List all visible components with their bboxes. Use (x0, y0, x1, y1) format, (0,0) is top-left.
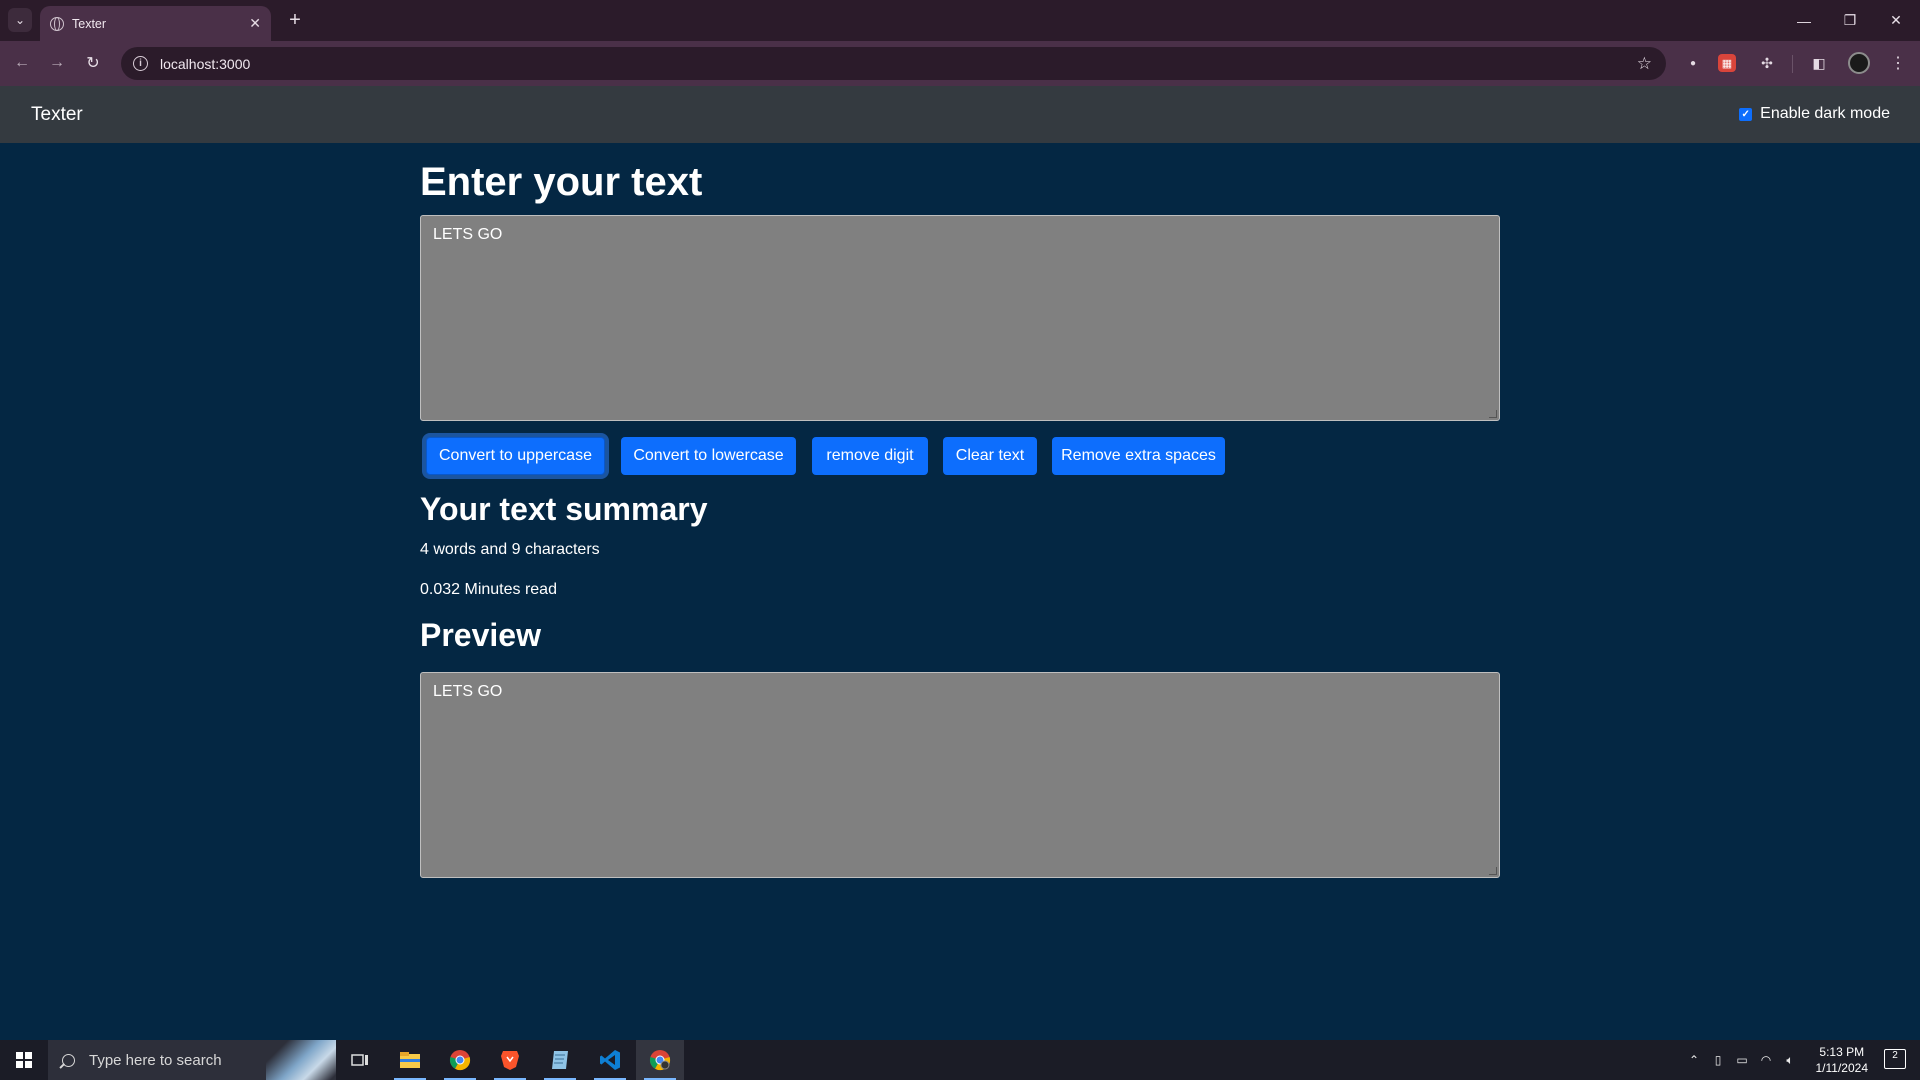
navbar-brand[interactable]: Texter (31, 104, 83, 126)
forward-button[interactable]: → (44, 50, 70, 76)
restore-button[interactable]: ❐ (1828, 0, 1872, 41)
dark-mode-toggle[interactable]: ✓ Enable dark mode (1739, 105, 1890, 123)
minimize-button[interactable]: — (1782, 0, 1826, 41)
url-text: localhost:3000 (160, 55, 251, 72)
read-time: 0.032 Minutes read (420, 581, 557, 598)
back-button[interactable]: ← (9, 50, 35, 76)
browser-tab[interactable]: Texter ✕ (40, 6, 271, 41)
vscode-icon[interactable] (586, 1040, 634, 1080)
extension-dot-icon[interactable]: ● (1682, 52, 1704, 74)
globe-icon (50, 16, 64, 31)
summary-counts: 4 words and 9 characters (420, 541, 600, 558)
tab-close-icon[interactable]: ✕ (249, 15, 261, 32)
resize-handle-icon[interactable] (1489, 410, 1497, 418)
page-title: Enter your text (420, 160, 703, 204)
wifi-icon[interactable]: ◠ (1756, 1040, 1776, 1080)
show-hidden-icons-chevron-icon[interactable]: ⌃ (1684, 1040, 1704, 1080)
preview-box[interactable]: LETS GO (420, 672, 1500, 878)
clear-text-button[interactable]: Clear text (943, 437, 1037, 475)
resize-handle-icon[interactable] (1489, 867, 1497, 875)
preview-heading: Preview (420, 617, 541, 653)
toolbar-divider (1792, 55, 1793, 73)
kebab-menu-icon[interactable]: ⋮ (1887, 52, 1909, 74)
volume-icon[interactable]: 🔈︎ (1780, 1040, 1800, 1080)
remove-spaces-button[interactable]: Remove extra spaces (1052, 437, 1225, 475)
search-icon (62, 1053, 75, 1067)
browser-toolbar: ← → ↻ i localhost:3000 ☆ ● ▦ ✣ ◧ ⋮ (0, 41, 1920, 86)
dark-mode-checkbox[interactable]: ✓ (1739, 107, 1753, 121)
window-close-button[interactable]: ✕ (1874, 0, 1918, 41)
task-view-icon[interactable] (336, 1040, 384, 1080)
bookmark-star-icon[interactable]: ☆ (1637, 54, 1652, 74)
notification-center-icon[interactable]: 2 (1884, 1049, 1906, 1069)
puzzle-extension-icon[interactable]: ✣ (1756, 52, 1778, 74)
tab-title: Texter (72, 16, 107, 31)
taskbar-search[interactable]: Type here to search (48, 1040, 336, 1080)
clock-date: 1/11/2024 (1815, 1061, 1869, 1075)
reload-button[interactable]: ↻ (80, 50, 106, 76)
windows-logo-icon (16, 1052, 32, 1068)
dark-mode-label: Enable dark mode (1760, 105, 1890, 122)
file-explorer-icon[interactable] (386, 1040, 434, 1080)
taskbar-clock[interactable]: 5:13 PM 1/11/2024 (1816, 1044, 1869, 1076)
device-icon[interactable]: ▯ (1708, 1040, 1728, 1080)
text-input-value: LETS GO (433, 226, 503, 243)
notification-count: 2 (1892, 1050, 1898, 1061)
chrome-icon[interactable] (436, 1040, 484, 1080)
search-placeholder: Type here to search (89, 1051, 222, 1069)
uppercase-button[interactable]: Convert to uppercase (426, 437, 605, 475)
site-info-icon[interactable]: i (133, 56, 148, 71)
remove-digit-button[interactable]: remove digit (812, 437, 928, 475)
search-highlight-image (266, 1040, 336, 1080)
notepad-icon[interactable] (536, 1040, 584, 1080)
taskbar: Type here to search ⌃ ▯ ▭ ◠ 🔈︎ 5:13 PM 1… (0, 1040, 1920, 1080)
sidebar-icon[interactable]: ◧ (1808, 52, 1830, 74)
browser-tab-strip: ⌄ Texter ✕ + — ❐ ✕ (0, 0, 1920, 41)
clock-time: 5:13 PM (1819, 1045, 1865, 1059)
text-input[interactable]: LETS GO (420, 215, 1500, 421)
preview-text: LETS GO (433, 683, 503, 700)
summary-heading: Your text summary (420, 491, 708, 527)
new-tab-button[interactable]: + (283, 8, 307, 32)
address-bar[interactable]: i localhost:3000 ☆ (121, 47, 1666, 80)
battery-icon[interactable]: ▭ (1732, 1040, 1752, 1080)
chrome-active-icon[interactable] (636, 1040, 684, 1080)
tab-search-button[interactable]: ⌄ (8, 8, 32, 32)
brave-icon[interactable] (486, 1040, 534, 1080)
profile-avatar-icon[interactable] (1848, 52, 1870, 74)
red-extension-icon[interactable]: ▦ (1718, 54, 1736, 72)
lowercase-button[interactable]: Convert to lowercase (621, 437, 796, 475)
start-button[interactable] (0, 1040, 48, 1080)
app-navbar: Texter ✓ Enable dark mode (0, 86, 1920, 143)
